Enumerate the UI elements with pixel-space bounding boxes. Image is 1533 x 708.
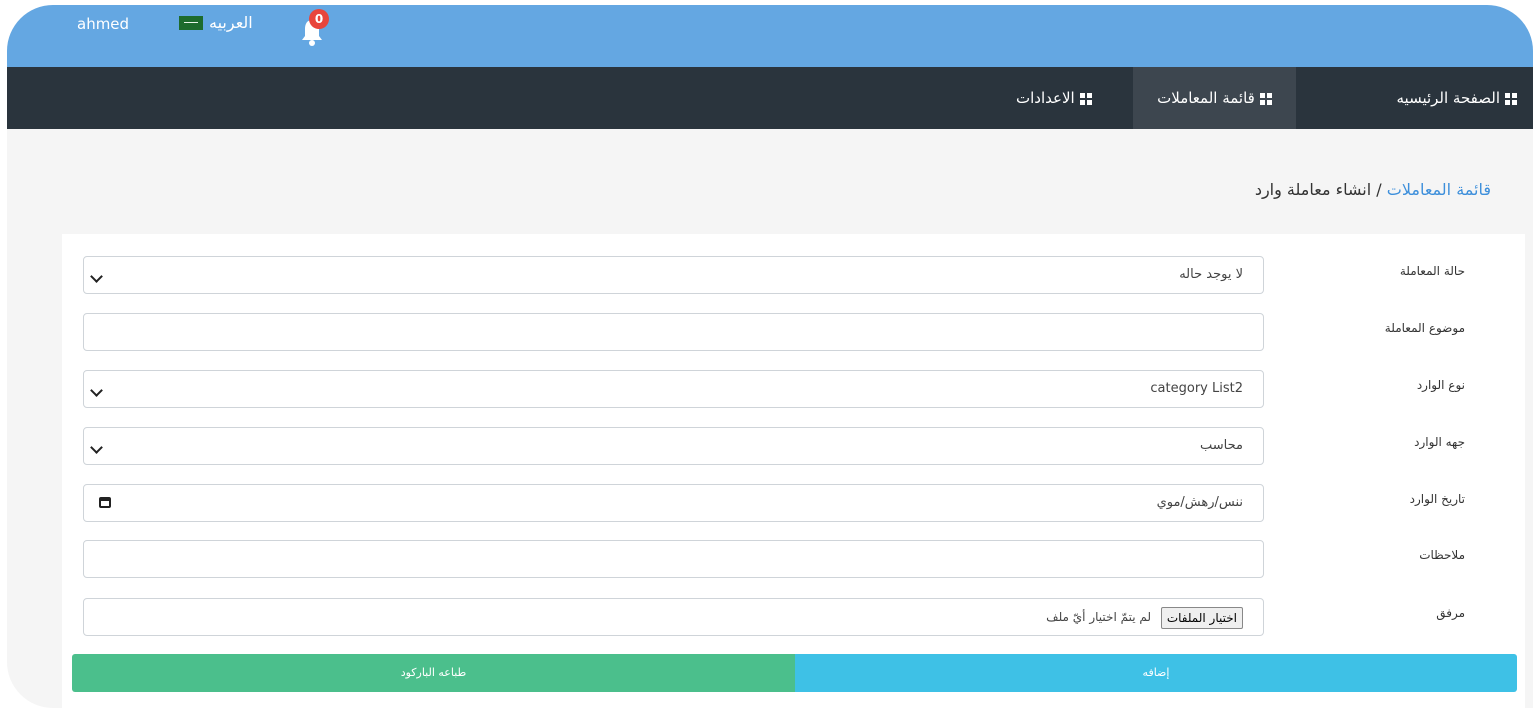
breadcrumb-parent-link[interactable]: قائمة المعاملات <box>1387 180 1491 199</box>
breadcrumb: قائمة المعاملات / انشاء معاملة وارد <box>1255 180 1491 199</box>
breadcrumb-separator: / <box>1376 180 1382 199</box>
date-row: تاريخ الوارد ننس/رهش/موي <box>62 484 1525 524</box>
breadcrumb-current: انشاء معاملة وارد <box>1254 180 1372 199</box>
chevron-down-icon <box>90 270 103 283</box>
form-card: حالة المعاملة لا يوجد حاله موضوع المعامل… <box>62 234 1525 708</box>
nav-label: قائمة المعاملات <box>1157 89 1255 107</box>
attachment-label: مرفق <box>1436 606 1465 620</box>
type-value: category List2 <box>1150 381 1243 396</box>
language-switcher[interactable]: العربيه <box>179 13 253 32</box>
dashboard-icon <box>1505 92 1517 105</box>
subject-label: موضوع المعاملة <box>1384 321 1465 335</box>
attachment-row: مرفق اختيار الملفات لم يتمّ اختيار أيّ م… <box>62 598 1525 638</box>
notes-label: ملاحظات <box>1419 548 1465 562</box>
status-label: حالة المعاملة <box>1399 264 1465 278</box>
dashboard-icon <box>1079 92 1092 105</box>
calendar-icon[interactable] <box>99 497 111 508</box>
dashboard-icon <box>1259 92 1272 105</box>
add-button[interactable]: إضافه <box>795 654 1517 692</box>
source-row: جهه الوارد محاسب <box>62 427 1525 467</box>
source-select[interactable]: محاسب <box>83 427 1264 465</box>
nav-item-settings[interactable]: الاعدادات <box>1000 67 1108 129</box>
top-bar: ahmed العربيه 0 <box>7 5 1533 67</box>
chevron-down-icon <box>90 384 103 397</box>
print-barcode-button[interactable]: طباعه الباركود <box>72 654 795 692</box>
file-status-text: لم يتمّ اختيار أيّ ملف <box>1046 610 1151 624</box>
choose-files-button[interactable]: اختيار الملفات <box>1160 607 1243 629</box>
status-row: حالة المعاملة لا يوجد حاله <box>62 256 1525 296</box>
main-nav: الصفحة الرئيسيه قائمة المعاملات الاعدادا… <box>7 67 1533 129</box>
nav-item-home[interactable]: الصفحة الرئيسيه <box>1381 67 1533 129</box>
subject-row: موضوع المعاملة <box>62 313 1525 353</box>
status-value: لا يوجد حاله <box>1179 267 1243 282</box>
nav-label: الصفحة الرئيسيه <box>1396 89 1501 107</box>
attachment-input[interactable]: اختيار الملفات لم يتمّ اختيار أيّ ملف <box>83 598 1264 636</box>
nav-item-transactions[interactable]: قائمة المعاملات <box>1133 67 1296 129</box>
date-label: تاريخ الوارد <box>1409 492 1465 506</box>
nav-label: الاعدادات <box>1016 89 1075 107</box>
notes-row: ملاحظات <box>62 540 1525 580</box>
status-select[interactable]: لا يوجد حاله <box>83 256 1264 294</box>
subject-input[interactable] <box>83 313 1264 351</box>
notification-badge: 0 <box>309 9 329 29</box>
date-input[interactable]: ننس/رهش/موي <box>83 484 1264 522</box>
date-placeholder: ننس/رهش/موي <box>1156 495 1243 510</box>
notes-input[interactable] <box>83 540 1264 578</box>
type-select[interactable]: category List2 <box>83 370 1264 408</box>
app-frame: ahmed العربيه 0 الصفحة الرئيسيه قائمة ال… <box>7 5 1533 708</box>
type-row: نوع الوارد category List2 <box>62 370 1525 410</box>
source-value: محاسب <box>1200 438 1243 453</box>
source-label: جهه الوارد <box>1414 435 1465 449</box>
chevron-down-icon <box>90 441 103 454</box>
language-label: العربيه <box>209 13 253 32</box>
username[interactable]: ahmed <box>77 15 129 33</box>
type-label: نوع الوارد <box>1416 378 1465 392</box>
saudi-flag-icon <box>179 15 203 30</box>
